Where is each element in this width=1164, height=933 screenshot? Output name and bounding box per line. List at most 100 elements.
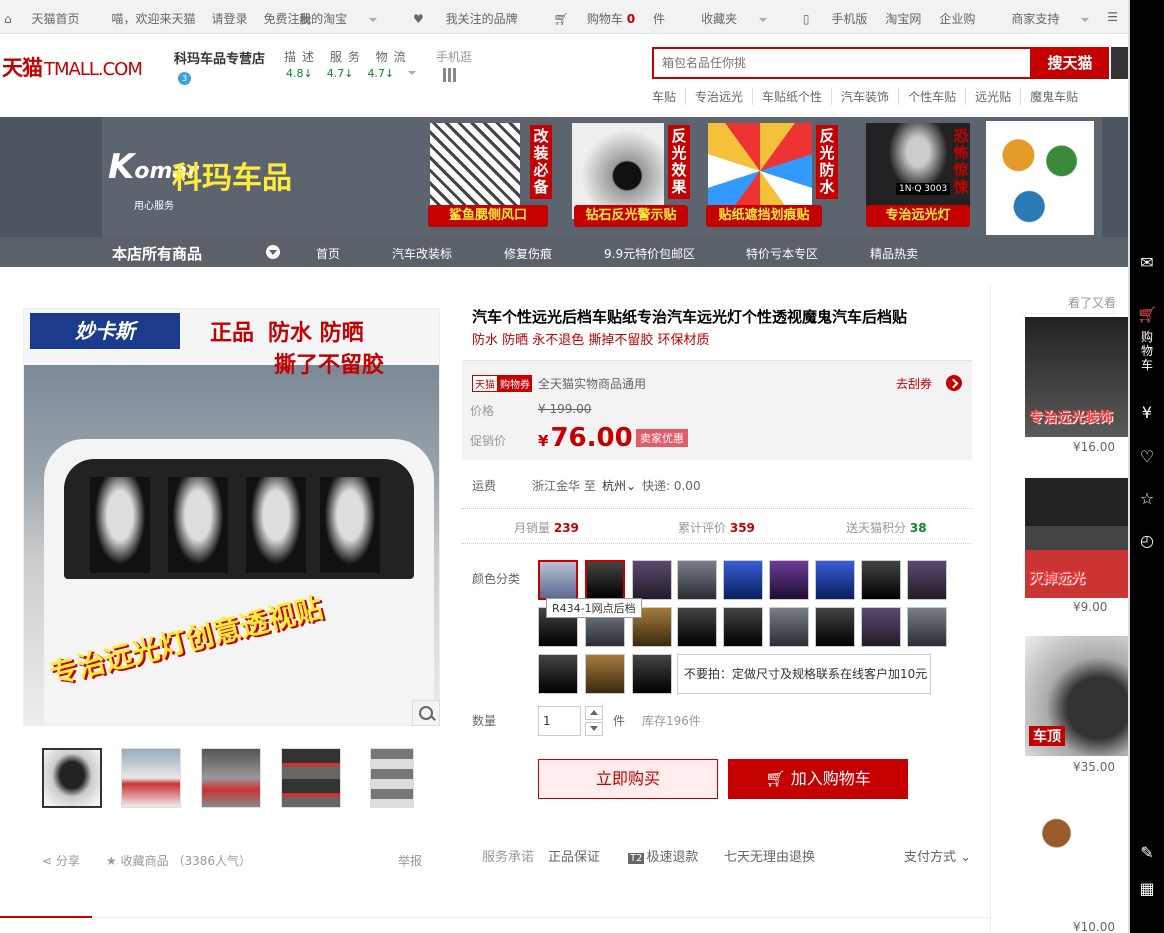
hot-word[interactable]: 专治远光 bbox=[686, 88, 754, 105]
ghost-face bbox=[246, 477, 306, 573]
favorite-brands-link[interactable]: ♥ 我关注的品牌 bbox=[395, 10, 518, 27]
buy-now-button[interactable]: 立即购买 bbox=[538, 759, 718, 799]
color-swatch[interactable] bbox=[585, 654, 625, 694]
color-swatch[interactable] bbox=[538, 654, 578, 694]
qr-code-icon[interactable] bbox=[443, 68, 457, 82]
thumbnail-4[interactable] bbox=[281, 748, 341, 808]
quantity-decrease-button[interactable] bbox=[585, 722, 603, 736]
cart-icon[interactable]: 🛒︎ bbox=[1136, 304, 1158, 326]
promise-genuine[interactable]: 正品保证 bbox=[548, 846, 600, 865]
search-input[interactable] bbox=[654, 49, 1030, 77]
color-swatch[interactable] bbox=[677, 560, 717, 600]
yen-icon[interactable]: ¥ bbox=[1136, 402, 1158, 424]
all-products-link[interactable]: 本店所有商品 bbox=[112, 243, 202, 264]
color-swatch[interactable] bbox=[538, 560, 578, 600]
quantity-increase-button[interactable] bbox=[585, 706, 603, 720]
report-link[interactable]: 举报 bbox=[398, 852, 422, 869]
color-swatch[interactable] bbox=[677, 607, 717, 647]
recommend-item-2[interactable]: 灭掉远光 bbox=[1025, 478, 1130, 598]
get-coupon-link[interactable]: 去刮券 bbox=[896, 375, 932, 392]
hot-word[interactable]: 车贴纸个性 bbox=[753, 88, 833, 105]
tmall-logo[interactable]: 天猫 TMALL.COM bbox=[2, 52, 143, 82]
banner-product-1-badge[interactable]: 鲨鱼腮侧风口 bbox=[428, 205, 548, 227]
color-swatch[interactable] bbox=[861, 560, 901, 600]
color-swatch[interactable] bbox=[723, 607, 763, 647]
merchant-support-link[interactable]: 商家支持 bbox=[993, 10, 1090, 27]
color-swatch[interactable] bbox=[907, 560, 947, 600]
komar-brand-tag: 用心服务 bbox=[134, 201, 174, 212]
color-swatch[interactable] bbox=[907, 607, 947, 647]
color-swatch[interactable] bbox=[861, 607, 901, 647]
color-swatch[interactable] bbox=[723, 560, 763, 600]
hot-word[interactable]: 个性车贴 bbox=[899, 88, 967, 105]
mobile-browse-label[interactable]: 手机逛 bbox=[436, 48, 472, 65]
add-to-cart-button[interactable]: 🛒︎ 加入购物车 bbox=[728, 759, 908, 799]
tmall-home-link[interactable]: ⌂ 天猫首页 bbox=[4, 10, 95, 27]
thumbnail-3[interactable] bbox=[201, 748, 261, 808]
banner-product-5[interactable] bbox=[986, 121, 1094, 235]
hot-word[interactable]: 车贴 bbox=[652, 88, 687, 105]
banner-product-4-badge[interactable]: 专治远光灯 bbox=[866, 205, 970, 227]
color-swatch[interactable] bbox=[769, 607, 809, 647]
heart-icon[interactable]: ♡ bbox=[1136, 446, 1158, 468]
thumbnail-2[interactable] bbox=[121, 748, 181, 808]
color-swatch[interactable] bbox=[632, 654, 672, 694]
color-swatch[interactable] bbox=[815, 560, 855, 600]
shop-name[interactable]: 科玛车品专营店 bbox=[174, 48, 265, 67]
taobao-link[interactable]: 淘宝网 bbox=[885, 10, 921, 27]
hot-word[interactable]: 魔鬼车贴 bbox=[1021, 88, 1087, 105]
color-swatch[interactable] bbox=[815, 607, 855, 647]
recommend-price-3: ¥35.00 bbox=[1073, 760, 1115, 774]
chevron-right-icon[interactable] bbox=[946, 375, 962, 391]
shop-banner: Komar 科玛车品 用心服务 改装必备 鲨鱼腮侧风口 反光效果 钻石反光警示贴… bbox=[0, 117, 1130, 237]
recommend-item-4[interactable] bbox=[1025, 796, 1130, 920]
quantity-input[interactable] bbox=[538, 706, 581, 736]
dsr-values[interactable]: 4.8↓ 4.7↓ 4.7↓ bbox=[286, 67, 417, 80]
history-icon[interactable]: ◴ bbox=[1136, 530, 1158, 552]
nav-item-repair[interactable]: 修复伤痕 bbox=[504, 245, 552, 262]
share-link[interactable]: ⋖ 分享 bbox=[42, 852, 80, 869]
thumbnail-1[interactable] bbox=[42, 748, 102, 808]
feedback-icon[interactable]: ✎ bbox=[1136, 842, 1158, 864]
cart-link[interactable]: 🛒︎ 购物车 0件 bbox=[536, 10, 665, 27]
enterprise-link[interactable]: 企业购 bbox=[939, 10, 975, 27]
total-reviews[interactable]: 累计评价 359 bbox=[678, 519, 755, 536]
login-link[interactable]: 请登录 bbox=[211, 10, 247, 27]
menu-icon[interactable]: ☰ bbox=[1107, 10, 1118, 27]
recommend-item-1[interactable]: 专治远光装饰 bbox=[1025, 317, 1130, 437]
recommend-price-4: ¥10.00 bbox=[1073, 920, 1115, 933]
nav-item-hot[interactable]: 精品热卖 bbox=[870, 245, 918, 262]
qr-code-icon[interactable]: ▦ bbox=[1136, 878, 1158, 900]
nav-item-9-9[interactable]: 9.9元特价包邮区 bbox=[604, 245, 695, 262]
zoom-icon[interactable] bbox=[412, 700, 440, 726]
banner-product-3-badge[interactable]: 贴纸遮挡划痕贴 bbox=[706, 205, 822, 227]
nav-item-emblem[interactable]: 汽车改装标 bbox=[392, 245, 452, 262]
mobile-link[interactable]: ▯ 手机版 bbox=[785, 10, 867, 27]
promise-fast-refund[interactable]: T2 极速退款 bbox=[628, 846, 699, 865]
favorites-link[interactable]: 收藏夹 bbox=[683, 10, 767, 27]
payment-method[interactable]: 支付方式 ⌄ bbox=[904, 846, 971, 865]
thumbnail-5[interactable] bbox=[370, 748, 414, 808]
search-button[interactable]: 搜天猫 bbox=[1031, 47, 1109, 79]
star-icon[interactable]: ☆ bbox=[1136, 488, 1158, 510]
recommend-item-3[interactable]: 车顶 bbox=[1025, 636, 1130, 756]
toolbar-cart-label[interactable]: 购物车 bbox=[1138, 330, 1156, 372]
nav-item-clearance[interactable]: 特价亏本专区 bbox=[746, 245, 818, 262]
promise-7-day-return[interactable]: 七天无理由退换 bbox=[724, 846, 815, 865]
color-swatch[interactable] bbox=[585, 560, 625, 600]
main-product-image[interactable]: 妙卡斯 正品 防水 防晒 撕了不留胶 专治远光灯创意透视贴 bbox=[23, 308, 440, 726]
favorite-link[interactable]: ★ 收藏商品 （3386人气） bbox=[106, 852, 251, 869]
shipping-destination-select[interactable]: 杭州⌄ bbox=[602, 477, 636, 494]
custom-size-option[interactable]: 不要拍：定做尺寸及规格联系在线客户加10元 bbox=[677, 654, 931, 694]
color-swatch[interactable] bbox=[769, 560, 809, 600]
my-taobao-link[interactable]: 我的淘宝 bbox=[281, 10, 377, 27]
message-icon[interactable]: ✉ bbox=[1136, 252, 1158, 274]
hot-word[interactable]: 汽车装饰 bbox=[832, 88, 900, 105]
hot-word[interactable]: 远光贴 bbox=[966, 88, 1022, 105]
color-swatch[interactable] bbox=[632, 560, 672, 600]
banner-product-2-badge[interactable]: 钻石反光警示贴 bbox=[574, 205, 688, 227]
ghost-face bbox=[320, 477, 380, 573]
t2-icon: T2 bbox=[628, 853, 645, 864]
chevron-down-icon[interactable] bbox=[266, 245, 280, 259]
nav-item-home[interactable]: 首页 bbox=[316, 245, 340, 262]
